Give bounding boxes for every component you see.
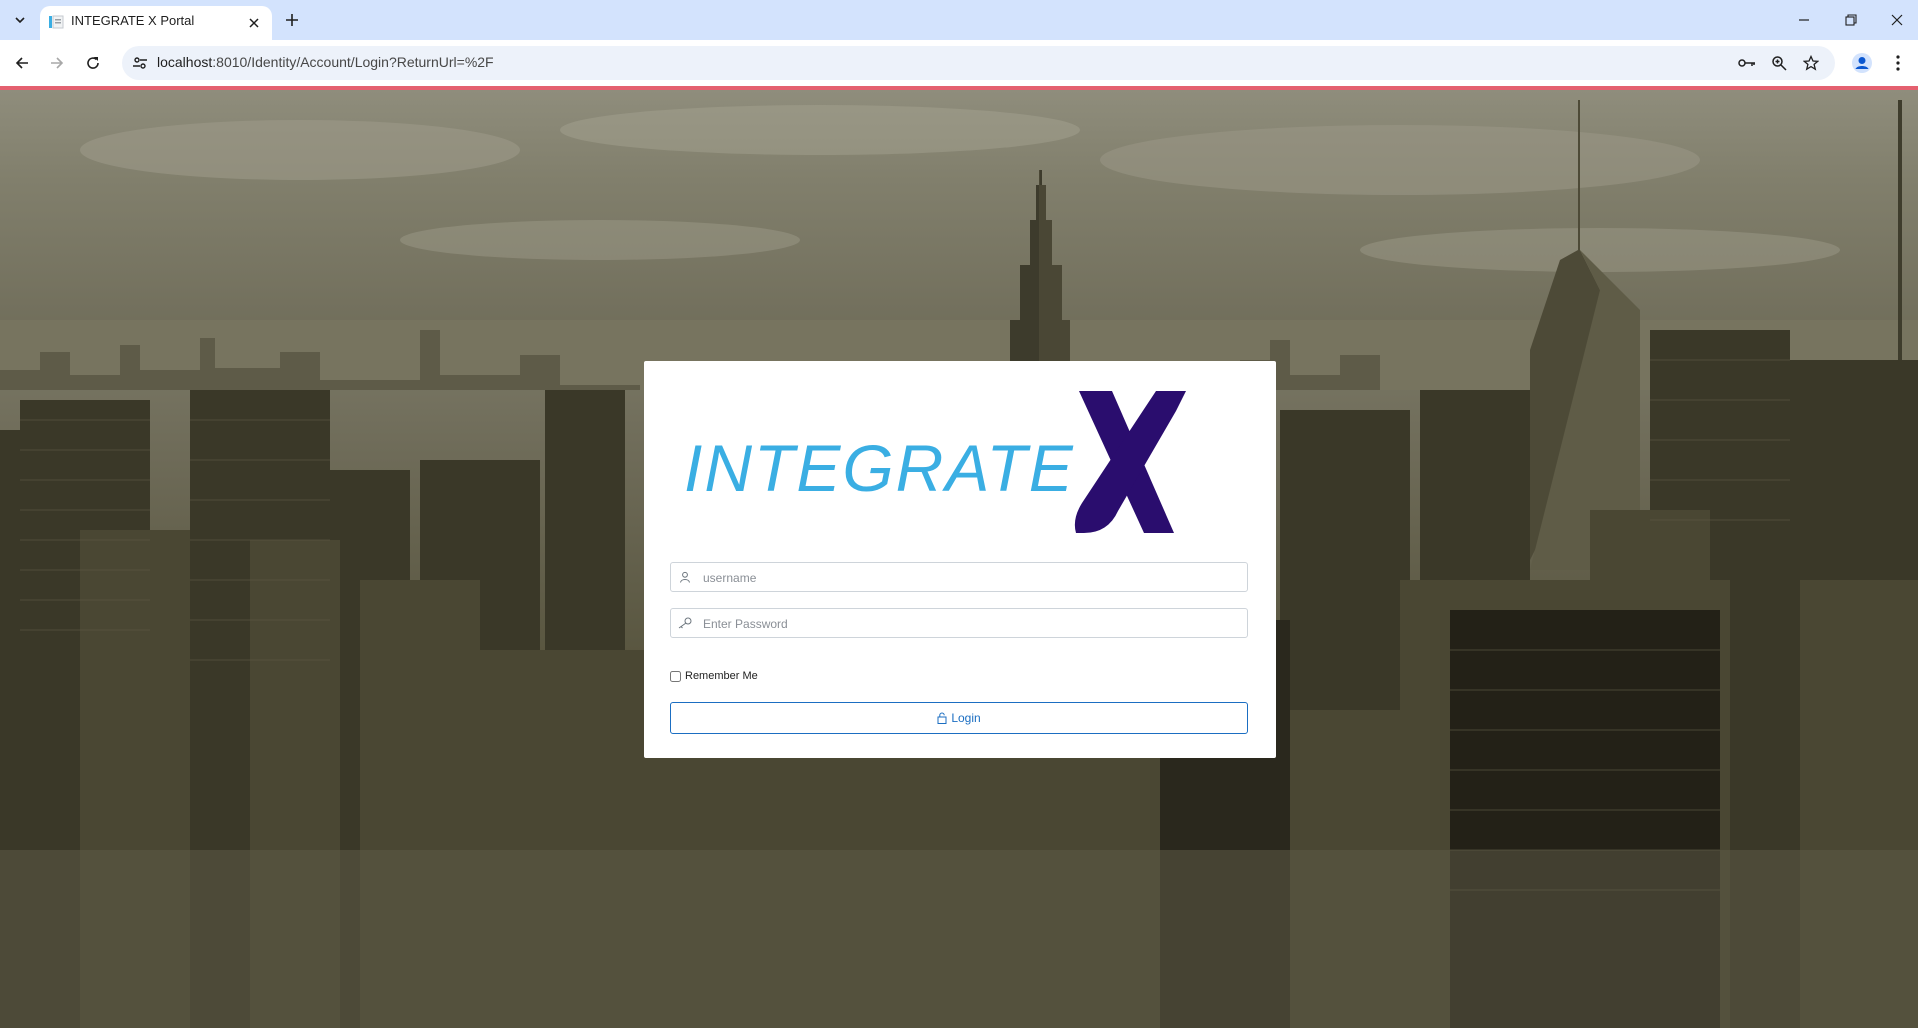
profile-button[interactable] bbox=[1849, 50, 1875, 76]
user-icon bbox=[678, 570, 692, 584]
login-card: INTEGRATE Remember Me Login bbox=[644, 361, 1276, 758]
login-page: INTEGRATE Remember Me Login bbox=[0, 90, 1918, 1028]
star-icon bbox=[1803, 55, 1819, 71]
remember-me-label: Remember Me bbox=[685, 670, 758, 682]
close-icon bbox=[249, 18, 259, 28]
remember-me[interactable]: Remember Me bbox=[670, 668, 758, 684]
window-close-icon bbox=[1891, 14, 1903, 26]
password-field[interactable] bbox=[670, 608, 1248, 638]
restore-icon bbox=[1845, 14, 1857, 26]
reload-icon bbox=[87, 57, 99, 69]
browser-menu-button[interactable] bbox=[1885, 50, 1911, 76]
minimize-button[interactable] bbox=[1790, 6, 1818, 34]
site-info-button[interactable] bbox=[130, 53, 150, 73]
back-icon bbox=[15, 57, 28, 69]
bookmark-button[interactable] bbox=[1801, 53, 1821, 73]
tab-search-button[interactable] bbox=[8, 8, 32, 32]
chevron-down-icon bbox=[15, 17, 25, 24]
profile-icon bbox=[1852, 53, 1872, 73]
remember-me-checkbox[interactable] bbox=[670, 670, 681, 682]
zoom-button[interactable] bbox=[1769, 53, 1789, 73]
forward-button[interactable] bbox=[44, 50, 70, 76]
key-icon bbox=[1738, 59, 1755, 67]
browser-tab[interactable]: INTEGRATE X Portal bbox=[40, 6, 272, 40]
url-path: :8010/Identity/Account/Login?ReturnUrl=%… bbox=[212, 54, 494, 70]
tab-strip: INTEGRATE X Portal bbox=[0, 0, 1918, 40]
kebab-menu-icon bbox=[1896, 55, 1900, 71]
restore-button[interactable] bbox=[1837, 6, 1865, 34]
login-button-label: Login bbox=[951, 711, 981, 725]
zoom-icon bbox=[1772, 56, 1787, 71]
browser-toolbar: localhost:8010/Identity/Account/Login?Re… bbox=[0, 40, 1918, 86]
url-text[interactable]: localhost:8010/Identity/Account/Login?Re… bbox=[157, 54, 494, 70]
favicon-icon bbox=[49, 15, 64, 29]
tab-close-button[interactable] bbox=[246, 15, 262, 31]
forward-icon bbox=[51, 57, 64, 69]
tab-title: INTEGRATE X Portal bbox=[71, 13, 195, 28]
username-input[interactable] bbox=[701, 566, 1245, 590]
logo-wordmark: INTEGRATE bbox=[684, 431, 1075, 505]
site-info-icon bbox=[133, 57, 147, 69]
username-field[interactable] bbox=[670, 562, 1248, 592]
new-tab-button[interactable] bbox=[280, 8, 304, 32]
login-button[interactable]: Login bbox=[670, 702, 1248, 734]
window-close-button[interactable] bbox=[1883, 6, 1911, 34]
back-button[interactable] bbox=[9, 50, 35, 76]
lock-icon bbox=[937, 712, 947, 724]
url-host: localhost bbox=[157, 54, 213, 70]
integrate-x-logo: INTEGRATE bbox=[684, 391, 1186, 533]
minimize-icon bbox=[1799, 19, 1809, 21]
plus-icon bbox=[286, 14, 298, 26]
password-input[interactable] bbox=[701, 612, 1245, 636]
reload-button[interactable] bbox=[80, 50, 106, 76]
password-manager-button[interactable] bbox=[1737, 53, 1757, 73]
address-bar[interactable]: localhost:8010/Identity/Account/Login?Re… bbox=[122, 46, 1835, 80]
key-icon bbox=[678, 616, 692, 630]
